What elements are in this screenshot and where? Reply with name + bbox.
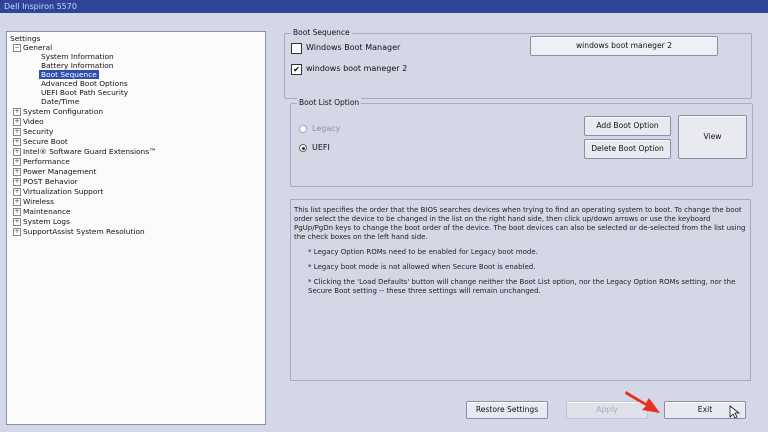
tree-item-uefi-boot-path-security[interactable]: UEFI Boot Path Security	[41, 88, 128, 97]
expand-icon[interactable]: +	[13, 138, 21, 146]
legacy-radio[interactable]	[299, 125, 307, 133]
mouse-cursor-icon	[729, 405, 741, 419]
expand-icon[interactable]: +	[13, 178, 21, 186]
expand-icon[interactable]: +	[13, 158, 21, 166]
expand-icon[interactable]: +	[13, 208, 21, 216]
delete-boot-option-button[interactable]: Delete Boot Option	[584, 139, 671, 159]
tree-item-security[interactable]: + Security	[13, 127, 53, 136]
expand-icon[interactable]: +	[13, 188, 21, 196]
tree-item-power-management[interactable]: + Power Management	[13, 167, 96, 176]
expand-icon[interactable]: +	[13, 198, 21, 206]
tree-item-general[interactable]: − General	[13, 43, 52, 52]
tree-item-intel-sgx[interactable]: + Intel® Software Guard Extensions™	[13, 147, 156, 156]
windows-boot-maneger-2-label[interactable]: windows boot maneger 2	[306, 64, 407, 73]
collapse-icon[interactable]: −	[13, 44, 21, 52]
settings-tree: Settings − General System Information Bat…	[6, 31, 266, 425]
red-arrow-annotation-icon	[625, 391, 660, 413]
tree-item-advanced-boot-options[interactable]: Advanced Boot Options	[41, 79, 128, 88]
boot-list-option-legend: Boot List Option	[297, 98, 362, 107]
expand-icon[interactable]: +	[13, 228, 21, 236]
boot-order-list-item[interactable]: windows boot maneger 2	[530, 36, 718, 56]
legacy-label[interactable]: Legacy	[312, 124, 340, 133]
windows-boot-manager-checkbox[interactable]	[291, 43, 302, 54]
tree-item-post-behavior[interactable]: + POST Behavior	[13, 177, 78, 186]
tree-item-system-logs[interactable]: + System Logs	[13, 217, 70, 226]
tree-item-wireless[interactable]: + Wireless	[13, 197, 54, 206]
expand-icon[interactable]: +	[13, 148, 21, 156]
uefi-label[interactable]: UEFI	[312, 143, 330, 152]
tree-item-maintenance[interactable]: + Maintenance	[13, 207, 71, 216]
bios-window: Settings − General System Information Bat…	[0, 13, 768, 432]
tree-item-boot-sequence[interactable]: Boot Sequence	[39, 70, 99, 79]
expand-icon[interactable]: +	[13, 108, 21, 116]
tree-item-video[interactable]: + Video	[13, 117, 44, 126]
expand-icon[interactable]: +	[13, 128, 21, 136]
windows-boot-manager-label[interactable]: Windows Boot Manager	[306, 43, 400, 52]
help-description: This list specifies the order that the B…	[290, 199, 751, 381]
uefi-radio[interactable]	[299, 144, 307, 152]
tree-item-system-configuration[interactable]: + System Configuration	[13, 107, 103, 116]
window-title: Dell Inspiron 5570	[0, 0, 768, 13]
tree-item-date-time[interactable]: Date/Time	[41, 97, 79, 106]
tree-root-label: Settings	[10, 34, 41, 43]
tree-item-virtualization-support[interactable]: + Virtualization Support	[13, 187, 103, 196]
boot-sequence-legend: Boot Sequence	[291, 28, 352, 37]
tree-item-performance[interactable]: + Performance	[13, 157, 70, 166]
restore-settings-button[interactable]: Restore Settings	[466, 401, 548, 419]
windows-boot-maneger-2-checkbox[interactable]: ✔	[291, 64, 302, 75]
expand-icon[interactable]: +	[13, 218, 21, 226]
help-note-load-defaults: * Clicking the 'Load Defaults' button wi…	[308, 278, 736, 295]
help-note-legacy-roms: * Legacy Option ROMs need to be enabled …	[308, 248, 538, 256]
tree-item-battery-information[interactable]: Battery Information	[41, 61, 113, 70]
tree-item-secure-boot[interactable]: + Secure Boot	[13, 137, 68, 146]
add-boot-option-button[interactable]: Add Boot Option	[584, 116, 671, 136]
tree-item-system-information[interactable]: System Information	[41, 52, 114, 61]
help-note-secure-boot: * Legacy boot mode is not allowed when S…	[308, 263, 536, 271]
view-button[interactable]: View	[678, 115, 747, 159]
help-paragraph: This list specifies the order that the B…	[294, 206, 746, 241]
expand-icon[interactable]: +	[13, 118, 21, 126]
expand-icon[interactable]: +	[13, 168, 21, 176]
tree-item-supportassist[interactable]: + SupportAssist System Resolution	[13, 227, 145, 236]
